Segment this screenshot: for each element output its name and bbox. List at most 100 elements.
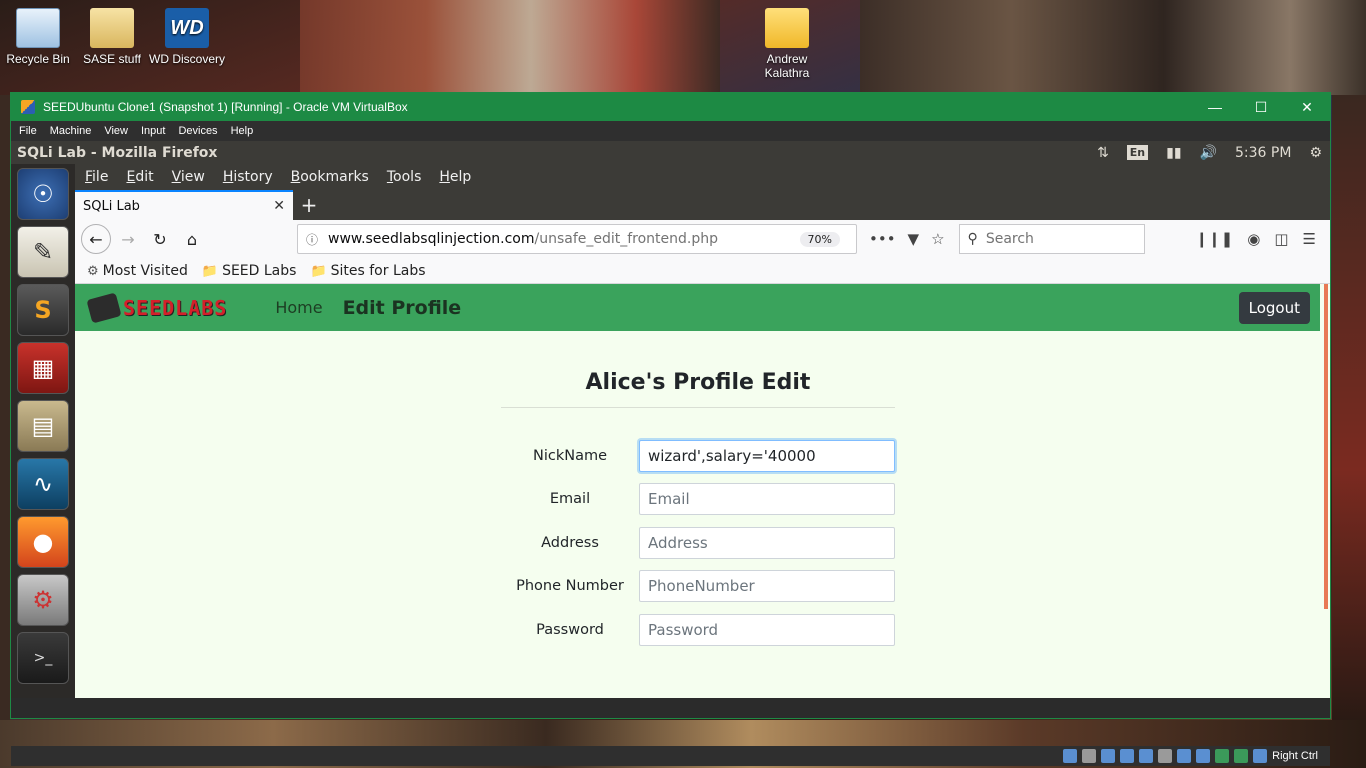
vbox-menu-input[interactable]: Input (141, 125, 165, 137)
url-path: /unsafe_edit_frontend.php (534, 231, 719, 247)
ff-menu-view[interactable]: View (172, 169, 205, 185)
desktop-wallpaper (860, 0, 1366, 95)
desktop-icon-wd-discovery[interactable]: WD WD Discovery (149, 0, 225, 66)
new-tab-icon[interactable]: + (293, 190, 325, 220)
desktop-wallpaper (0, 95, 10, 720)
ubuntu-dash-icon[interactable]: ☉ (17, 168, 69, 220)
network-icon[interactable]: ⇅ (1097, 145, 1109, 161)
home-icon[interactable]: ⌂ (177, 224, 207, 254)
virtualbox-title: SEEDUbuntu Clone1 (Snapshot 1) [Running]… (43, 100, 408, 114)
bookmark-sites-for-labs[interactable]: 📁 Sites for Labs (310, 263, 425, 279)
library-icon[interactable]: ❙❙❚ (1196, 230, 1234, 248)
video-capture-icon[interactable] (1196, 749, 1211, 763)
reload-icon[interactable]: ↻ (145, 224, 175, 254)
terminal-icon[interactable]: >_ (17, 632, 69, 684)
display-icon[interactable] (1177, 749, 1192, 763)
desktop-icon-andrew-kalathra[interactable]: Andrew Kalathra (749, 0, 825, 80)
file-cabinet-icon[interactable]: ▤ (17, 400, 69, 452)
ff-menu-history[interactable]: History (223, 169, 273, 185)
guest-screen: SQLi Lab - Mozilla Firefox ⇅ En ▮▮ 🔊 5:3… (11, 141, 1330, 766)
virtualbox-icon (21, 100, 35, 114)
form-row-address: Address (501, 521, 895, 565)
audio-icon[interactable] (1101, 749, 1116, 763)
logout-button[interactable]: Logout (1238, 291, 1310, 324)
phone-number-input[interactable] (639, 570, 895, 603)
vbox-menu-view[interactable]: View (104, 125, 128, 137)
close-tab-icon[interactable]: ✕ (273, 198, 285, 214)
tab-title: SQLi Lab (83, 198, 140, 214)
nav-home-link[interactable]: Home (275, 298, 322, 317)
back-icon[interactable]: ← (81, 224, 111, 254)
bookmark-seed-labs[interactable]: 📁 SEED Labs (202, 263, 297, 279)
usb-icon[interactable] (1139, 749, 1154, 763)
terminator-icon[interactable]: ▦ (17, 342, 69, 394)
page-actions-menu-icon[interactable]: ••• (869, 230, 896, 248)
nav-edit-profile-link[interactable]: Edit Profile (343, 297, 462, 319)
desktop-icon-sase-stuff[interactable]: SASE stuff (74, 0, 150, 66)
optical-drive-icon[interactable] (1082, 749, 1097, 763)
active-window-title: SQLi Lab - Mozilla Firefox (17, 144, 218, 161)
ff-menu-help[interactable]: Help (439, 169, 471, 185)
bookmark-label: Most Visited (102, 262, 188, 279)
hamburger-menu-icon[interactable]: ☰ (1303, 230, 1316, 248)
close-icon[interactable]: ✕ (1284, 99, 1330, 116)
ff-menu-bookmarks[interactable]: Bookmarks (291, 169, 369, 185)
vbox-menu-help[interactable]: Help (231, 125, 254, 137)
tab-sqli-lab[interactable]: SQLi Lab ✕ (75, 190, 293, 220)
minimize-icon[interactable]: — (1192, 99, 1238, 115)
network-adapter-icon[interactable] (1120, 749, 1135, 763)
vbox-menu-machine[interactable]: Machine (50, 125, 92, 137)
sidebar-icon[interactable]: ◫ (1274, 230, 1288, 248)
system-settings-icon[interactable]: ⚙ (17, 574, 69, 626)
maximize-icon[interactable]: ☐ (1238, 99, 1284, 116)
forward-icon[interactable]: → (113, 224, 143, 254)
navigation-toolbar: ← → ↻ ⌂ ⓘ www.seedlabsqlinjection.com /u… (75, 220, 1330, 258)
folder-icon: 📁 (310, 263, 327, 279)
desktop-wallpaper (1332, 95, 1366, 720)
scrollbar[interactable] (1324, 284, 1328, 609)
ff-menu-tools[interactable]: Tools (387, 169, 422, 185)
desktop-icon-recycle-bin[interactable]: Recycle Bin (0, 0, 76, 66)
ff-menu-file[interactable]: File (85, 169, 108, 185)
hard-disk-icon[interactable] (1063, 749, 1078, 763)
wireshark-icon[interactable]: ∿ (17, 458, 69, 510)
seed-navbar: SEEDLABS Home Edit Profile Logout (75, 284, 1320, 331)
site-info-icon[interactable]: ⓘ (304, 231, 320, 248)
keyboard-icon[interactable] (1253, 749, 1268, 763)
ff-menu-edit[interactable]: Edit (126, 169, 153, 185)
zoom-level[interactable]: 70% (799, 231, 840, 247)
vbox-menu-file[interactable]: File (19, 125, 37, 137)
volume-icon[interactable]: 🔊 (1200, 145, 1217, 161)
bookmarks-toolbar: ⚙ Most Visited 📁 SEED Labs 📁 Sites for Labs (75, 258, 1330, 284)
sublime-text-icon[interactable]: S (17, 284, 69, 336)
keyboard-layout-indicator[interactable]: En (1126, 145, 1149, 160)
password-input[interactable] (639, 613, 895, 646)
email-input[interactable] (639, 483, 895, 516)
clock[interactable]: 5:36 PM (1235, 145, 1291, 161)
battery-icon[interactable]: ▮▮ (1166, 145, 1181, 161)
seed-labs-logo[interactable]: SEEDLABS (86, 292, 227, 323)
phone-number-label: Phone Number (516, 578, 624, 595)
url-domain: www.seedlabsqlinjection.com (328, 231, 535, 247)
desktop-icon-label: Recycle Bin (6, 52, 70, 66)
shared-folders-icon[interactable] (1158, 749, 1173, 763)
text-editor-icon[interactable]: ✎ (17, 226, 69, 278)
mouse-integration-icon[interactable] (1234, 749, 1249, 763)
cpu-icon[interactable] (1215, 749, 1230, 763)
wd-discovery-icon: WD (165, 8, 209, 48)
desktop-icon-label: WD Discovery (149, 52, 226, 66)
address-input[interactable] (639, 526, 895, 559)
search-bar[interactable]: ⚲ Search (958, 224, 1145, 254)
url-bar[interactable]: ⓘ www.seedlabsqlinjection.com /unsafe_ed… (297, 224, 857, 254)
recycle-bin-icon (16, 8, 60, 48)
bookmark-label: SEED Labs (222, 262, 297, 279)
firefox-icon[interactable]: ● (17, 516, 69, 568)
page-content: SEEDLABS Home Edit Profile Logout Alice'… (75, 284, 1330, 698)
system-gear-icon[interactable]: ⚙ (1309, 145, 1322, 161)
extension-icon[interactable]: ◉ (1247, 230, 1260, 248)
nickname-input[interactable] (639, 439, 895, 472)
bookmark-star-icon[interactable]: ☆ (931, 230, 944, 248)
pocket-icon[interactable]: ▼ (908, 230, 920, 248)
vbox-menu-devices[interactable]: Devices (178, 125, 217, 137)
bookmark-most-visited[interactable]: ⚙ Most Visited (87, 263, 188, 279)
